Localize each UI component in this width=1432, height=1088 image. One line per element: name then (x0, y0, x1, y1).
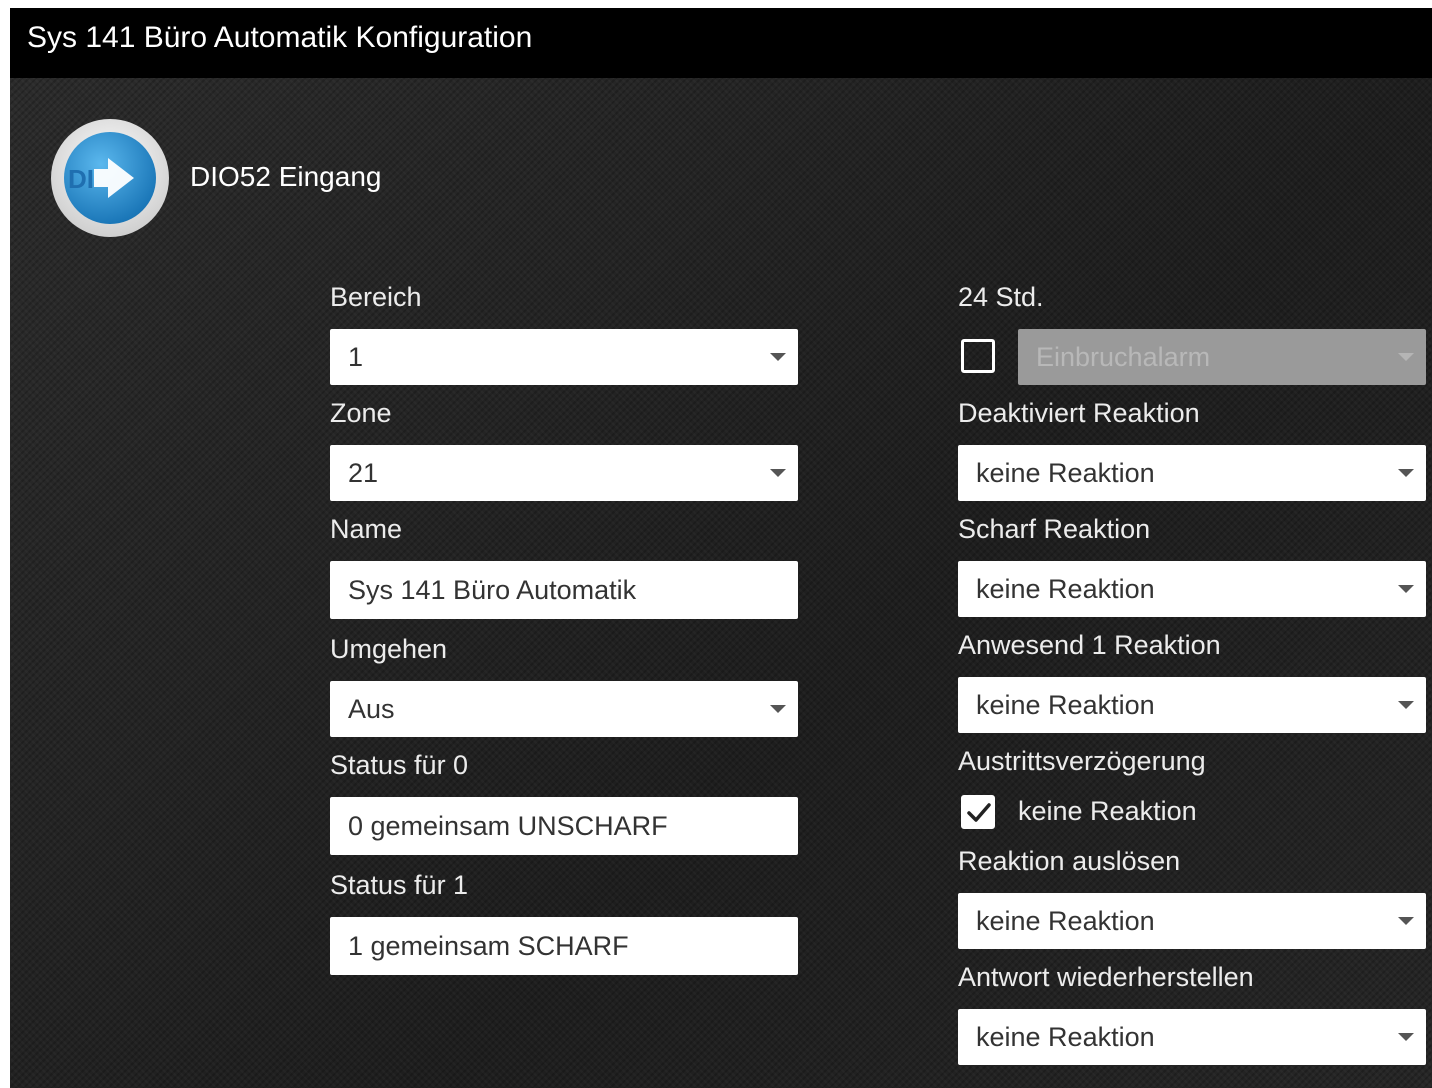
svg-text:DI: DI (68, 164, 94, 194)
window-title: Sys 141 Büro Automatik Konfiguration (27, 21, 533, 54)
zone-label: Zone (330, 398, 392, 428)
std24-select: Einbruchalarm (1018, 329, 1426, 385)
umgehen-value: Aus (348, 694, 395, 724)
chevron-down-icon (1398, 353, 1414, 361)
antwort-select[interactable]: keine Reaktion (958, 1009, 1426, 1065)
deaktiviert-value: keine Reaktion (976, 458, 1155, 488)
std24-value: Einbruchalarm (1036, 342, 1211, 372)
bereich-value: 1 (348, 342, 364, 372)
status0-field[interactable]: 0 gemeinsam UNSCHARF (330, 797, 798, 855)
anwesend1-select[interactable]: keine Reaktion (958, 677, 1426, 733)
antwort-label: Antwort wiederherstellen (958, 962, 1254, 992)
deaktiviert-label: Deaktiviert Reaktion (958, 398, 1200, 428)
chevron-down-icon (1398, 1033, 1414, 1041)
scharf-select[interactable]: keine Reaktion (958, 561, 1426, 617)
austritt-label: Austrittsverzögerung (958, 746, 1206, 776)
digital-input-icon: DI (50, 118, 170, 238)
anwesend1-value: keine Reaktion (976, 690, 1155, 720)
scharf-value: keine Reaktion (976, 574, 1155, 604)
chevron-down-icon (770, 353, 786, 361)
status1-label: Status für 1 (330, 870, 469, 900)
config-window: Sys 141 Büro Automatik Konfiguration DI … (10, 8, 1432, 1088)
status0-label: Status für 0 (330, 750, 469, 780)
chevron-down-icon (770, 469, 786, 477)
name-field[interactable]: Sys 141 Büro Automatik (330, 561, 798, 619)
zone-value: 21 (348, 458, 379, 488)
scharf-label: Scharf Reaktion (958, 514, 1151, 544)
checkmark-icon (967, 803, 991, 822)
std24-checkbox[interactable] (961, 339, 995, 373)
umgehen-select[interactable]: Aus (330, 681, 798, 737)
std24-label: 24 Std. (958, 282, 1044, 312)
chevron-down-icon (770, 705, 786, 713)
zone-select[interactable]: 21 (330, 445, 798, 501)
austritt-check-label: keine Reaktion (1018, 796, 1197, 826)
bereich-select[interactable]: 1 (330, 329, 798, 385)
austritt-checkbox[interactable] (961, 795, 995, 829)
chevron-down-icon (1398, 469, 1414, 477)
name-label: Name (330, 514, 403, 544)
chevron-down-icon (1398, 585, 1414, 593)
ausloesen-value: keine Reaktion (976, 906, 1155, 936)
antwort-value: keine Reaktion (976, 1022, 1155, 1052)
ausloesen-select[interactable]: keine Reaktion (958, 893, 1426, 949)
chevron-down-icon (1398, 701, 1414, 709)
status1-field[interactable]: 1 gemeinsam SCHARF (330, 917, 798, 975)
deaktiviert-select[interactable]: keine Reaktion (958, 445, 1426, 501)
bereich-label: Bereich (330, 282, 422, 312)
title-bar: Sys 141 Büro Automatik Konfiguration (10, 8, 1432, 78)
chevron-down-icon (1398, 917, 1414, 925)
device-name: DIO52 Eingang (190, 161, 382, 192)
umgehen-label: Umgehen (330, 634, 448, 664)
anwesend1-label: Anwesend 1 Reaktion (958, 630, 1221, 660)
ausloesen-label: Reaktion auslösen (958, 846, 1181, 876)
